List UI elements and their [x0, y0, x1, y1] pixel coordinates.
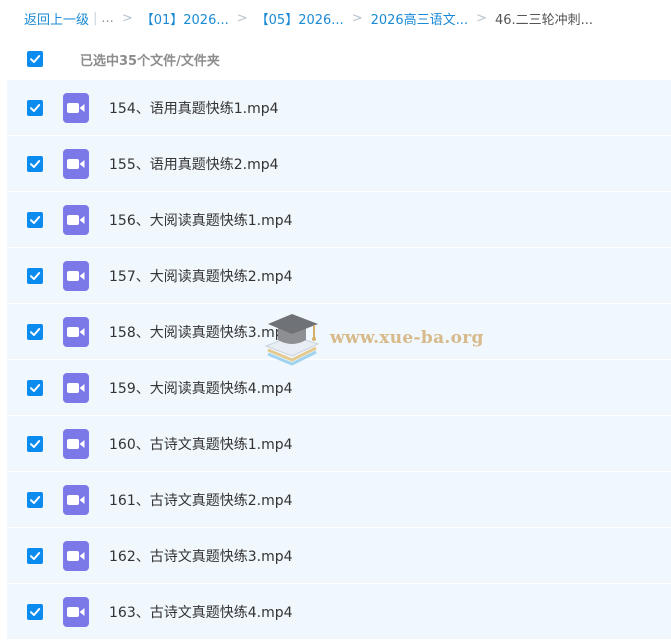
- file-row[interactable]: 156、大阅读真题快练1.mp4: [7, 192, 671, 248]
- file-checkbox[interactable]: [27, 491, 43, 508]
- file-checkbox[interactable]: [27, 379, 43, 396]
- file-row[interactable]: 158、大阅读真题快练3.mp4: [7, 304, 671, 360]
- file-row[interactable]: 157、大阅读真题快练2.mp4: [7, 248, 671, 304]
- breadcrumb-separator: >: [476, 10, 487, 26]
- file-row[interactable]: 160、古诗文真题快练1.mp4: [7, 416, 671, 472]
- video-file-icon: [63, 428, 89, 459]
- file-checkbox[interactable]: [27, 211, 43, 228]
- breadcrumb-item[interactable]: 【01】2026...: [141, 9, 229, 28]
- file-list: 154、语用真题快练1.mp4 155、语用真题快练2.mp4 156、大阅读真…: [7, 80, 671, 640]
- breadcrumb-divider: |: [93, 10, 98, 26]
- file-row[interactable]: 159、大阅读真题快练4.mp4: [7, 360, 671, 416]
- file-checkbox[interactable]: [27, 603, 43, 620]
- video-file-icon: [63, 92, 89, 123]
- check-icon: [30, 103, 41, 112]
- file-row[interactable]: 163、古诗文真题快练4.mp4: [7, 584, 671, 640]
- file-name[interactable]: 161、古诗文真题快练2.mp4: [109, 490, 293, 510]
- video-file-icon: [63, 204, 89, 235]
- breadcrumb-current: 46.二三轮冲刺...: [494, 12, 594, 28]
- breadcrumb-item[interactable]: 【05】2026...: [256, 9, 344, 28]
- file-name[interactable]: 157、大阅读真题快练2.mp4: [109, 266, 293, 286]
- check-icon: [30, 607, 41, 616]
- file-checkbox[interactable]: [27, 267, 43, 284]
- file-name[interactable]: 155、语用真题快练2.mp4: [109, 154, 279, 174]
- video-file-icon: [63, 596, 89, 627]
- file-name[interactable]: 162、古诗文真题快练3.mp4: [109, 546, 293, 566]
- video-file-icon: [63, 540, 89, 571]
- check-icon: [30, 551, 41, 560]
- video-file-icon: [63, 260, 89, 291]
- check-icon: [30, 159, 41, 168]
- file-row[interactable]: 155、语用真题快练2.mp4: [7, 136, 671, 192]
- file-name[interactable]: 158、大阅读真题快练3.mp4: [109, 322, 293, 342]
- file-name[interactable]: 160、古诗文真题快练1.mp4: [109, 434, 293, 454]
- select-all-checkbox[interactable]: [27, 51, 43, 67]
- file-name[interactable]: 156、大阅读真题快练1.mp4: [109, 210, 293, 230]
- check-icon: [30, 495, 41, 504]
- video-file-icon: [63, 148, 89, 179]
- video-file-icon: [63, 484, 89, 515]
- file-row[interactable]: 154、语用真题快练1.mp4: [7, 80, 671, 136]
- video-file-icon: [63, 316, 89, 347]
- check-icon: [30, 439, 41, 448]
- breadcrumb-separator: >: [236, 10, 248, 26]
- selection-count: 已选中35个文件/文件夹: [80, 53, 220, 69]
- back-link[interactable]: 返回上一级: [24, 9, 89, 28]
- file-name[interactable]: 154、语用真题快练1.mp4: [109, 98, 279, 118]
- selection-bar: 已选中35个文件/文件夹: [0, 40, 671, 78]
- file-row[interactable]: 162、古诗文真题快练3.mp4: [7, 528, 671, 584]
- file-row[interactable]: 161、古诗文真题快练2.mp4: [7, 472, 671, 528]
- file-checkbox[interactable]: [27, 323, 43, 340]
- file-name[interactable]: 159、大阅读真题快练4.mp4: [109, 378, 293, 398]
- breadcrumb-ellipsis[interactable]: ...: [101, 11, 113, 26]
- breadcrumb-item[interactable]: 2026高三语文...: [371, 9, 468, 28]
- check-icon: [30, 55, 41, 63]
- check-icon: [30, 215, 41, 224]
- check-icon: [30, 327, 41, 336]
- breadcrumb-separator: >: [351, 10, 363, 26]
- breadcrumb: 返回上一级 | ... > 【01】2026... > 【05】2026... …: [0, 0, 671, 36]
- file-checkbox[interactable]: [27, 155, 43, 172]
- file-checkbox[interactable]: [27, 547, 43, 564]
- check-icon: [30, 271, 41, 280]
- file-checkbox[interactable]: [27, 99, 43, 116]
- file-checkbox[interactable]: [27, 435, 43, 452]
- check-icon: [30, 383, 41, 392]
- video-file-icon: [63, 372, 89, 403]
- breadcrumb-separator: >: [121, 10, 133, 26]
- file-name[interactable]: 163、古诗文真题快练4.mp4: [109, 602, 293, 622]
